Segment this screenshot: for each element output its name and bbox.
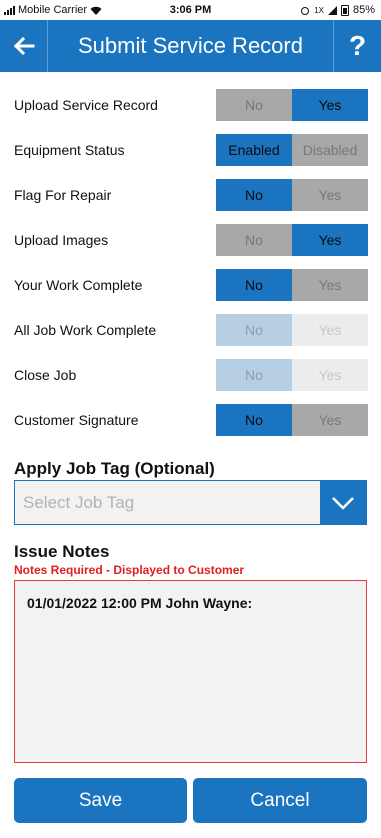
help-icon: ? xyxy=(348,30,367,61)
toggle-label: Flag For Repair xyxy=(14,187,112,203)
cell-signal-icon xyxy=(327,5,337,15)
toggle-row-upload-images: Upload Images No Yes xyxy=(14,224,368,256)
toggle-row-your-work-complete: Your Work Complete No Yes xyxy=(14,269,368,301)
arrow-left-icon xyxy=(13,37,34,55)
issue-notes-title: Issue Notes xyxy=(14,542,110,561)
toggle-row-close-job: Close Job No Yes xyxy=(14,359,368,391)
toggle-label: Upload Service Record xyxy=(14,97,158,113)
upload-service-record-toggle[interactable]: No Yes xyxy=(216,89,368,121)
toggle-label: Customer Signature xyxy=(14,412,139,428)
all-job-work-complete-toggle: No Yes xyxy=(216,314,368,346)
toggle-row-all-job-work-complete: All Job Work Complete No Yes xyxy=(14,314,368,346)
toggle-row-upload-service-record: Upload Service Record No Yes xyxy=(14,89,368,121)
job-tag-dropdown-button[interactable] xyxy=(320,481,366,524)
toggle-option-yes: Yes xyxy=(292,359,368,391)
chevron-down-icon xyxy=(332,496,354,510)
equipment-status-toggle[interactable]: Enabled Disabled xyxy=(216,134,368,166)
page-title: Submit Service Record xyxy=(78,33,303,58)
upload-images-toggle[interactable]: No Yes xyxy=(216,224,368,256)
toggle-row-customer-signature: Customer Signature No Yes xyxy=(14,404,368,436)
issue-notes-textarea[interactable]: 01/01/2022 12:00 PM John Wayne: xyxy=(14,580,367,763)
battery-percent: 85% xyxy=(352,4,375,16)
close-job-toggle: No Yes xyxy=(216,359,368,391)
toggle-option-no[interactable]: No xyxy=(216,224,292,256)
flag-for-repair-toggle[interactable]: No Yes xyxy=(216,179,368,211)
toggle-option-no: No xyxy=(216,314,292,346)
app-header: Submit Service Record ? xyxy=(0,20,381,72)
toggle-option-no[interactable]: No xyxy=(216,89,292,121)
toggle-option-yes[interactable]: Yes xyxy=(292,404,368,436)
toggle-option-no[interactable]: No xyxy=(216,269,292,301)
job-tag-title: Apply Job Tag (Optional) xyxy=(14,459,215,478)
toggle-option-yes[interactable]: Yes xyxy=(292,179,368,211)
battery-icon xyxy=(340,4,349,16)
save-button[interactable]: Save xyxy=(14,778,187,823)
toggle-label: Equipment Status xyxy=(14,142,125,158)
toggle-option-yes[interactable]: Yes xyxy=(292,269,368,301)
cancel-button[interactable]: Cancel xyxy=(193,778,367,823)
status-bar: Mobile Carrier 3:06 PM 1X 85% xyxy=(0,0,381,20)
toggle-option-yes[interactable]: Yes xyxy=(292,224,368,256)
your-work-complete-toggle[interactable]: No Yes xyxy=(216,269,368,301)
help-button[interactable]: ? xyxy=(333,20,381,72)
toggle-option-no[interactable]: No xyxy=(216,404,292,436)
toggle-option-enabled[interactable]: Enabled xyxy=(216,134,292,166)
network-type: 1X xyxy=(314,5,324,15)
job-tag-select[interactable]: Select Job Tag xyxy=(14,480,367,525)
toggle-label: Your Work Complete xyxy=(14,277,143,293)
toggle-label: All Job Work Complete xyxy=(14,322,157,338)
customer-signature-toggle[interactable]: No Yes xyxy=(216,404,368,436)
status-bar-right: 1X 85% xyxy=(300,4,375,16)
notes-required-text: Notes Required - Displayed to Customer xyxy=(14,563,245,577)
toggle-row-equipment-status: Equipment Status Enabled Disabled xyxy=(14,134,368,166)
toggle-row-flag-for-repair: Flag For Repair No Yes xyxy=(14,179,368,211)
job-tag-placeholder: Select Job Tag xyxy=(23,493,135,512)
back-button[interactable] xyxy=(0,20,48,72)
alarm-icon xyxy=(301,6,310,15)
toggle-label: Upload Images xyxy=(14,232,109,248)
toggle-option-yes[interactable]: Yes xyxy=(292,89,368,121)
toggle-label: Close Job xyxy=(14,367,77,383)
toggle-option-disabled[interactable]: Disabled xyxy=(292,134,368,166)
toggle-option-yes: Yes xyxy=(292,314,368,346)
toggle-option-no[interactable]: No xyxy=(216,179,292,211)
toggle-option-no: No xyxy=(216,359,292,391)
